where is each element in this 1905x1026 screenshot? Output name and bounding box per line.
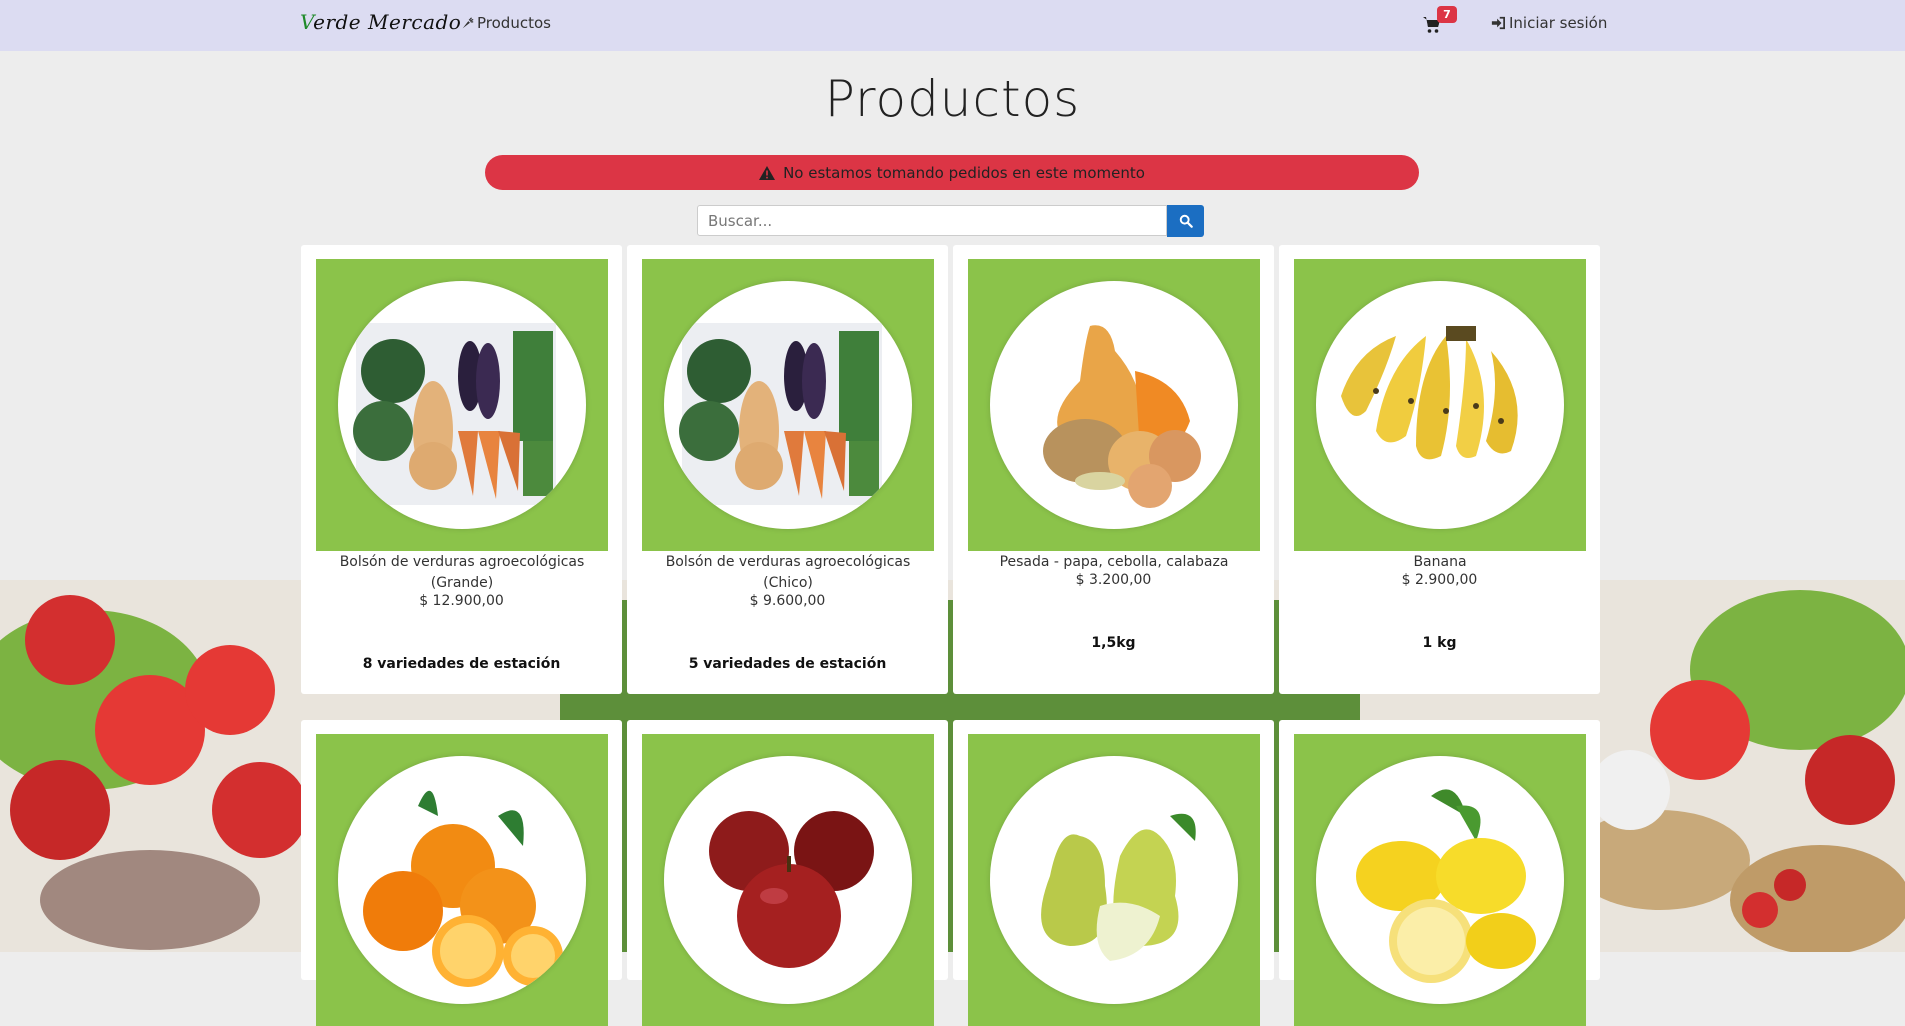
brand-logo[interactable]: Verde Mercado — [300, 10, 461, 34]
product-image-frame — [968, 734, 1260, 1026]
product-price: $ 2.900,00 — [1401, 572, 1478, 588]
product-name: Banana — [1413, 554, 1467, 570]
product-card[interactable] — [1279, 720, 1600, 1026]
login-link[interactable]: Iniciar sesión — [1491, 14, 1607, 32]
closed-orders-alert: No estamos tomando pedidos en este momen… — [485, 155, 1419, 190]
warning-icon — [759, 165, 776, 180]
product-card[interactable]: Bolsón de verduras agroecológicas (Chico… — [627, 245, 948, 694]
product-card[interactable] — [301, 720, 622, 1026]
nav-productos[interactable]: Productos — [461, 14, 551, 32]
product-price: $ 12.900,00 — [419, 593, 504, 609]
brand-name: erde Mercado — [313, 10, 462, 34]
product-price: $ 9.600,00 — [749, 593, 826, 609]
product-image-frame — [642, 259, 934, 551]
product-name: Bolsón de verduras agroecológicas (Grand… — [339, 554, 585, 591]
product-description: 8 variedades de estación — [362, 656, 561, 672]
product-description: 1 kg — [1422, 635, 1457, 651]
apple-image — [709, 811, 874, 968]
orange-image — [363, 790, 563, 987]
product-price: $ 3.200,00 — [1075, 572, 1152, 588]
brand-initial: V — [300, 10, 314, 34]
cart-count-badge: 7 — [1437, 6, 1457, 23]
product-description: 1,5kg — [1091, 635, 1136, 651]
pear-image — [1041, 813, 1196, 961]
product-image-frame — [968, 259, 1260, 551]
product-card[interactable] — [627, 720, 948, 1026]
product-name: Bolsón de verduras agroecológicas (Chico… — [665, 554, 911, 591]
vegetable-bag-image — [353, 323, 556, 505]
carrot-icon — [462, 16, 474, 28]
navbar: Verde Mercado Productos 7 Iniciar sesión — [0, 0, 1905, 51]
vegetable-bag-image — [679, 323, 882, 505]
product-card[interactable]: Bolsón de verduras agroecológicas (Grand… — [301, 245, 622, 694]
product-image-frame — [316, 259, 608, 551]
product-image-frame — [642, 734, 934, 1026]
search-icon — [1179, 214, 1193, 228]
potato-onion-squash-image — [1043, 325, 1201, 508]
page-title: Productos — [824, 70, 1081, 128]
search-button[interactable] — [1167, 205, 1204, 237]
banana-image — [1341, 326, 1518, 460]
product-description: 5 variedades de estación — [688, 656, 887, 672]
product-card[interactable]: Banana $ 2.900,00 1 kg — [1279, 245, 1600, 694]
product-image-frame — [1294, 734, 1586, 1026]
nav-productos-label: Productos — [477, 14, 551, 32]
product-card[interactable] — [953, 720, 1274, 1026]
sign-in-icon — [1491, 16, 1505, 30]
alert-text: No estamos tomando pedidos en este momen… — [783, 163, 1145, 182]
product-image-frame — [316, 734, 608, 1026]
login-label: Iniciar sesión — [1509, 14, 1608, 32]
product-name: Pesada - papa, cebolla, calabaza — [999, 554, 1229, 570]
product-card[interactable]: Pesada - papa, cebolla, calabaza $ 3.200… — [953, 245, 1274, 694]
product-image-frame — [1294, 259, 1586, 551]
lemon-image — [1356, 789, 1536, 983]
search-input[interactable] — [697, 205, 1167, 236]
